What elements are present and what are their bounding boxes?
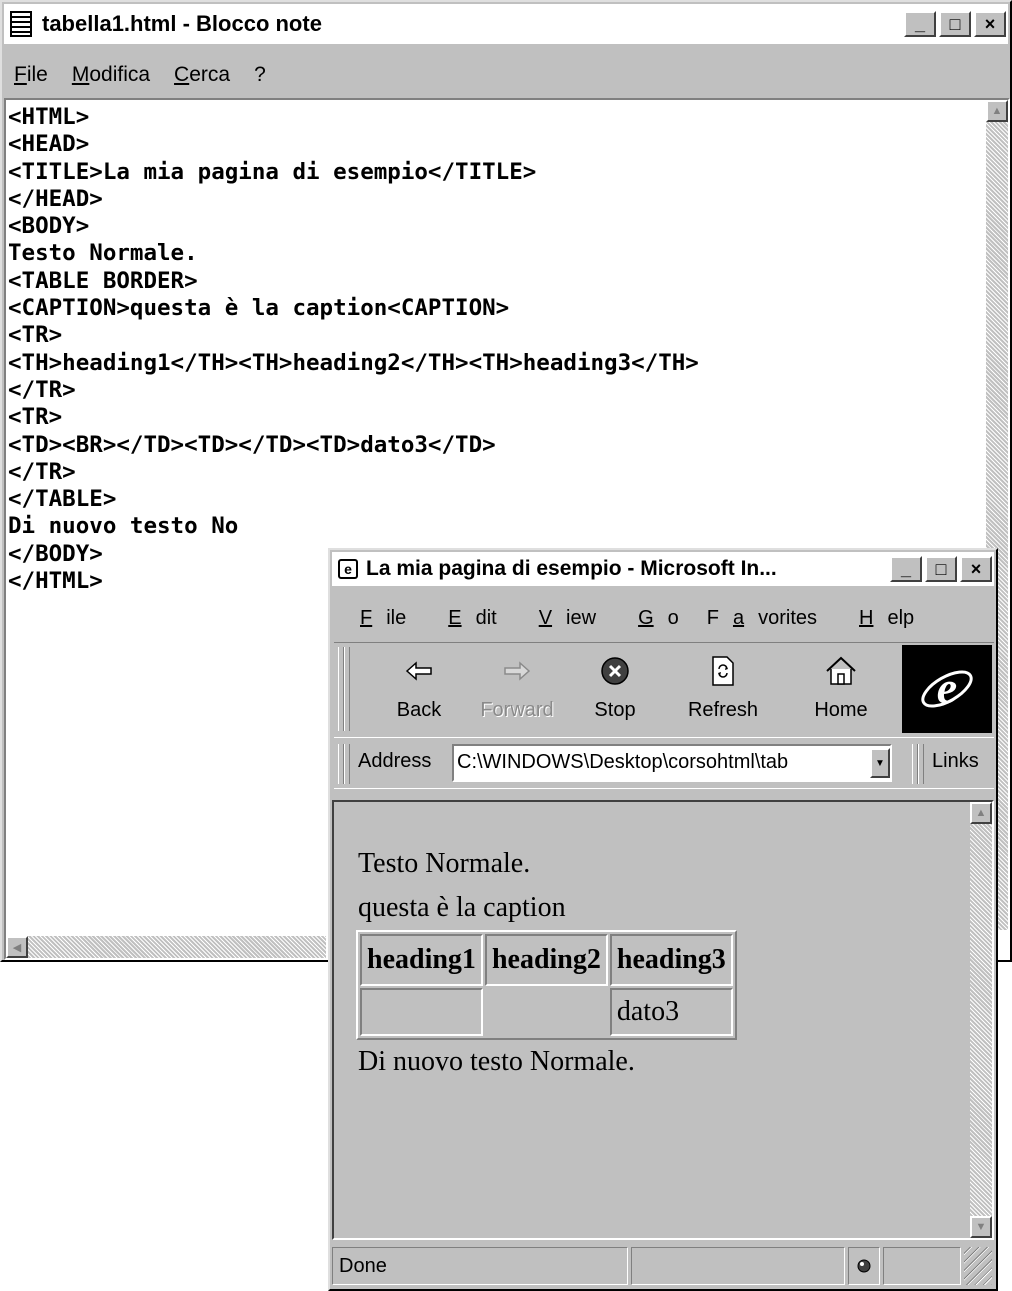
table-header: heading2	[484, 934, 608, 986]
menu-edit[interactable]: Edit	[428, 607, 504, 630]
address-dropdown-icon[interactable]: ▼	[870, 748, 890, 778]
table-cell	[485, 988, 608, 1036]
scroll-left-arrow-icon[interactable]: ◀	[6, 936, 28, 958]
browser-title: La mia pagina di esempio - Microsoft In.…	[366, 557, 777, 580]
address-bar: Address C:\WINDOWS\Desktop\corsohtml\tab…	[334, 740, 994, 789]
status-progress-pane	[631, 1247, 845, 1285]
maximize-button[interactable]: □	[925, 556, 957, 582]
web-page: Testo Normale. questa è la caption headi…	[356, 842, 737, 1084]
notepad-title: tabella1.html - Blocco note	[42, 11, 322, 36]
notepad-icon	[10, 11, 32, 37]
address-label: Address	[358, 750, 432, 772]
notepad-title-bar[interactable]: tabella1.html - Blocco note _ □ ×	[4, 4, 1008, 44]
stop-icon	[570, 643, 660, 699]
home-icon	[796, 643, 886, 699]
zone-icon	[848, 1247, 880, 1285]
table-header: heading3	[609, 934, 733, 986]
menu-file[interactable]: File	[14, 63, 48, 87]
minimize-button[interactable]: _	[890, 556, 922, 582]
table-header: heading1	[360, 934, 483, 986]
scroll-up-arrow-icon[interactable]: ▲	[986, 100, 1008, 122]
back-arrow-icon	[374, 643, 464, 699]
home-button[interactable]: Home	[796, 643, 886, 735]
close-button[interactable]: ×	[974, 11, 1006, 37]
svg-text:e: e	[937, 662, 957, 713]
table-caption: questa è la caption	[358, 892, 566, 923]
maximize-button[interactable]: □	[939, 11, 971, 37]
refresh-icon	[678, 643, 768, 699]
browser-content-area[interactable]: Testo Normale. questa è la caption headi…	[332, 800, 994, 1240]
menu-go[interactable]: Go	[618, 607, 687, 630]
table-header-row: heading1 heading2 heading3	[360, 934, 733, 986]
browser-vertical-scrollbar[interactable]: ▲ ▼	[970, 802, 992, 1238]
menu-help[interactable]: Help	[839, 607, 922, 630]
browser-title-bar[interactable]: e La mia pagina di esempio - Microsoft I…	[332, 552, 994, 586]
notepad-content[interactable]: <HTML> <HEAD> <TITLE>La mia pagina di es…	[8, 104, 699, 595]
ie-logo-icon: e	[902, 645, 992, 733]
minimize-button[interactable]: _	[904, 11, 936, 37]
forward-button[interactable]: Forward	[472, 643, 562, 735]
links-button[interactable]: Links	[932, 750, 979, 773]
browser-toolbar: Back Forward Stop Refresh Home e	[334, 642, 994, 738]
demo-table: heading1 heading2 heading3 dato3	[356, 930, 737, 1040]
scroll-up-arrow-icon[interactable]: ▲	[970, 802, 992, 824]
back-button[interactable]: Back	[374, 643, 464, 735]
page-text-normal: Testo Normale.	[358, 848, 531, 879]
scroll-down-arrow-icon[interactable]: ▼	[970, 1216, 992, 1238]
status-empty-pane	[883, 1247, 961, 1285]
links-grip[interactable]	[918, 744, 924, 784]
table-cell: dato3	[609, 988, 733, 1036]
forward-arrow-icon	[472, 643, 562, 699]
menu-help[interactable]: ?	[254, 63, 266, 87]
menu-cerca[interactable]: Cerca	[174, 63, 230, 87]
page-text-again: Di nuovo testo Normale.	[358, 1046, 635, 1077]
browser-window: e La mia pagina di esempio - Microsoft I…	[328, 548, 998, 1291]
stop-button[interactable]: Stop	[570, 643, 660, 735]
resize-grip-icon[interactable]	[964, 1247, 992, 1285]
toolbar-grip[interactable]	[344, 647, 350, 731]
menu-view[interactable]: View	[519, 607, 604, 630]
menu-modifica[interactable]: Modifica	[72, 63, 150, 87]
address-input[interactable]: C:\WINDOWS\Desktop\corsohtml\tab	[452, 744, 892, 782]
ie-page-icon: e	[338, 559, 358, 579]
status-bar: Done	[332, 1247, 994, 1287]
menu-file[interactable]: File	[340, 607, 414, 630]
notepad-horizontal-scrollbar[interactable]: ◀	[6, 936, 326, 958]
browser-menu-bar: File Edit View Go Fa vorites Help	[334, 602, 930, 634]
address-grip[interactable]	[344, 744, 350, 784]
close-button[interactable]: ×	[960, 556, 992, 582]
menu-favorites[interactable]: Fa vorites	[701, 607, 825, 630]
refresh-button[interactable]: Refresh	[678, 643, 768, 735]
status-text: Done	[332, 1247, 628, 1285]
table-cell	[360, 988, 483, 1036]
notepad-menu-bar: File Modifica Cerca ?	[4, 58, 280, 92]
table-row: dato3	[360, 988, 733, 1036]
